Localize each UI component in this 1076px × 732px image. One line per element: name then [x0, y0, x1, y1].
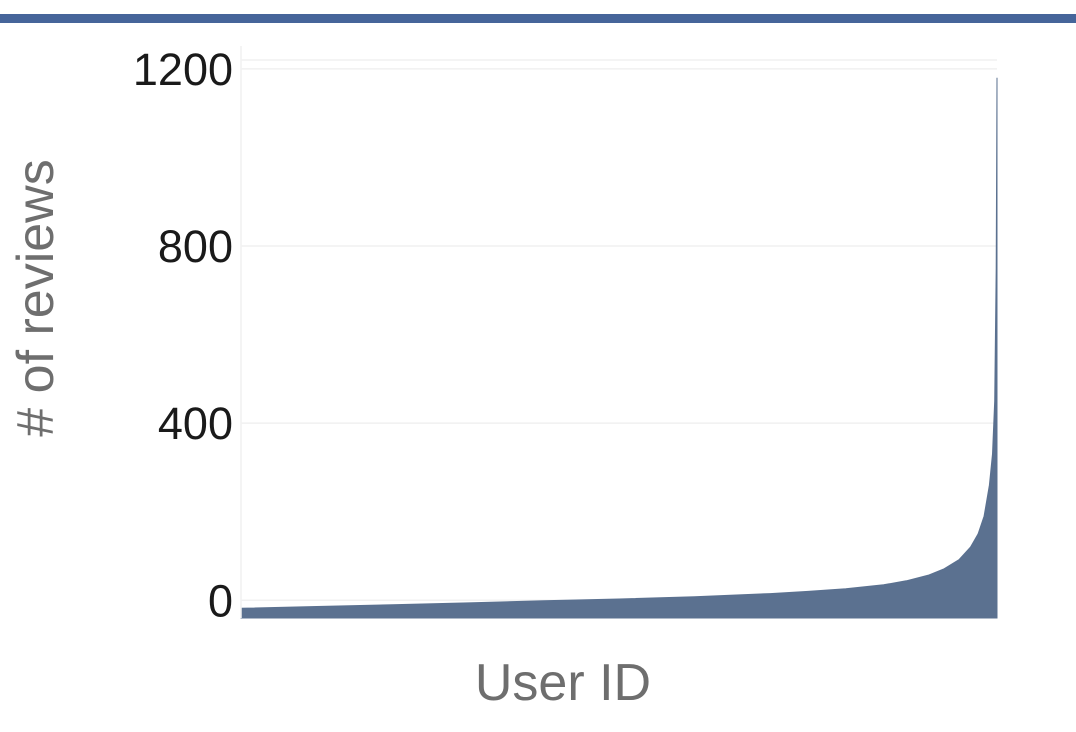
review-count-chart: 0 400 800 1200 User ID # of reviews: [7, 44, 998, 712]
grid-lines: [241, 59, 997, 602]
y-axis-label: # of reviews: [7, 159, 65, 436]
y-tick-label-0: 0: [208, 575, 233, 626]
y-axis-ticks: 0 400 800 1200: [133, 44, 233, 626]
y-tick-label-400: 400: [158, 398, 233, 449]
x-axis-label: User ID: [475, 654, 651, 712]
y-tick-label-800: 800: [158, 221, 233, 272]
reviews-area-series: [240, 77, 998, 619]
y-tick-label-1200: 1200: [133, 44, 233, 95]
